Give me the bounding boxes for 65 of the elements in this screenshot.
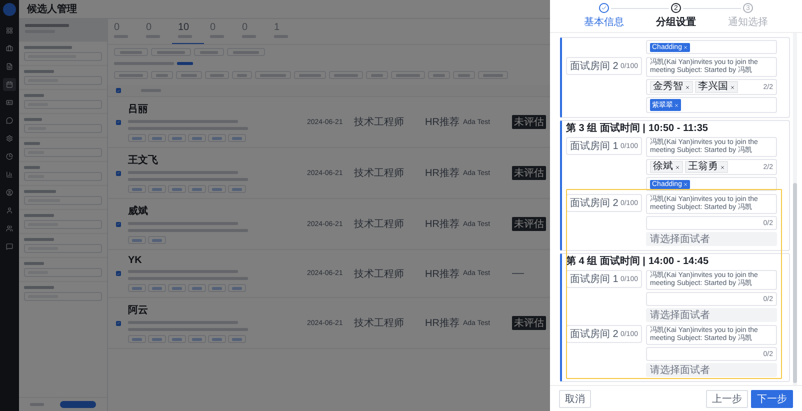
job-title: 技术工程师 bbox=[354, 166, 405, 180]
row-checkbox[interactable] bbox=[116, 320, 121, 326]
channel: HR推荐 bbox=[425, 218, 460, 231]
room-name: 面试房间 2 bbox=[570, 196, 618, 210]
user-circle-icon bbox=[6, 189, 13, 196]
room-name: 面试房间 2 bbox=[570, 60, 618, 73]
document-icon bbox=[6, 63, 13, 70]
pie-chart-icon bbox=[6, 153, 13, 160]
select-all-checkbox[interactable] bbox=[116, 88, 121, 93]
status-badge: 未评估 bbox=[512, 316, 546, 330]
id-card-icon bbox=[6, 99, 13, 106]
interviewer-tag: 李兴国 bbox=[695, 81, 738, 93]
status-badge: 未评估 bbox=[512, 115, 546, 129]
row-checkbox[interactable] bbox=[116, 271, 121, 276]
users-icon bbox=[6, 225, 13, 232]
candidate-select[interactable]: 请选择面试者 bbox=[646, 232, 777, 246]
room-name: 面试房间 1 bbox=[570, 272, 618, 286]
candidate-name[interactable]: YK bbox=[128, 255, 298, 266]
group-title: 第 3 组 面试时间 | bbox=[566, 123, 646, 134]
candidate-name[interactable]: 阿云 bbox=[128, 303, 298, 317]
step-label: 通知选择 bbox=[728, 16, 768, 29]
next-button[interactable]: 下一步 bbox=[751, 390, 793, 408]
step-label: 基本信息 bbox=[584, 16, 624, 29]
prev-button[interactable]: 上一步 bbox=[706, 390, 748, 408]
row-checkbox[interactable] bbox=[116, 170, 121, 176]
group-time: 10:50 - 11:35 bbox=[648, 123, 708, 134]
page-title: 候选人管理 bbox=[27, 2, 77, 16]
candidate-name[interactable]: 威斌 bbox=[128, 204, 298, 218]
job-title: 技术工程师 bbox=[354, 218, 405, 231]
cancel-button[interactable]: 取消 bbox=[559, 390, 591, 408]
status-badge: 未评估 bbox=[512, 166, 546, 180]
row-checkbox[interactable] bbox=[116, 222, 121, 226]
logo bbox=[3, 3, 16, 16]
bar-chart-icon bbox=[6, 171, 13, 178]
channel: HR推荐 bbox=[425, 166, 460, 180]
candidate-name[interactable]: 王文飞 bbox=[128, 153, 298, 167]
calendar-icon bbox=[6, 81, 13, 88]
job-title: 技术工程师 bbox=[354, 268, 405, 280]
row-checkbox[interactable] bbox=[116, 120, 121, 124]
job-title: 技术工程师 bbox=[354, 316, 405, 330]
stage-tab[interactable]: 10 bbox=[172, 19, 204, 44]
settings-icon bbox=[6, 135, 13, 142]
briefcase-icon bbox=[6, 45, 13, 52]
channel: HR推荐 bbox=[425, 316, 460, 330]
interviewer-tag: 金秀智 bbox=[650, 81, 693, 93]
channel: HR推荐 bbox=[425, 116, 460, 129]
group-time: 14:00 - 14:45 bbox=[648, 256, 709, 267]
nav-button[interactable] bbox=[3, 78, 16, 91]
candidate-name[interactable]: 吕丽 bbox=[128, 102, 298, 116]
job-title: 技术工程师 bbox=[354, 116, 405, 129]
scrollbar[interactable] bbox=[793, 33, 797, 385]
channel: HR推荐 bbox=[425, 268, 460, 280]
candidate-select[interactable]: 请选择面试者 bbox=[646, 363, 777, 377]
status-badge: 未评估 bbox=[512, 217, 546, 231]
interviewer-tag: 王翁勇 bbox=[685, 161, 728, 173]
interviewer-tag: 徐斌 bbox=[650, 161, 683, 173]
candidate-select[interactable]: 请选择面试者 bbox=[646, 308, 777, 322]
message-icon bbox=[6, 243, 13, 250]
room-name: 面试房间 2 bbox=[570, 328, 618, 341]
step-label: 分组设置 bbox=[656, 16, 696, 29]
chat-icon bbox=[6, 117, 13, 124]
room-name: 面试房间 1 bbox=[570, 140, 618, 153]
group-title: 第 4 组 面试时间 | bbox=[566, 256, 646, 267]
grid-icon bbox=[6, 27, 13, 34]
user-icon bbox=[6, 207, 13, 214]
